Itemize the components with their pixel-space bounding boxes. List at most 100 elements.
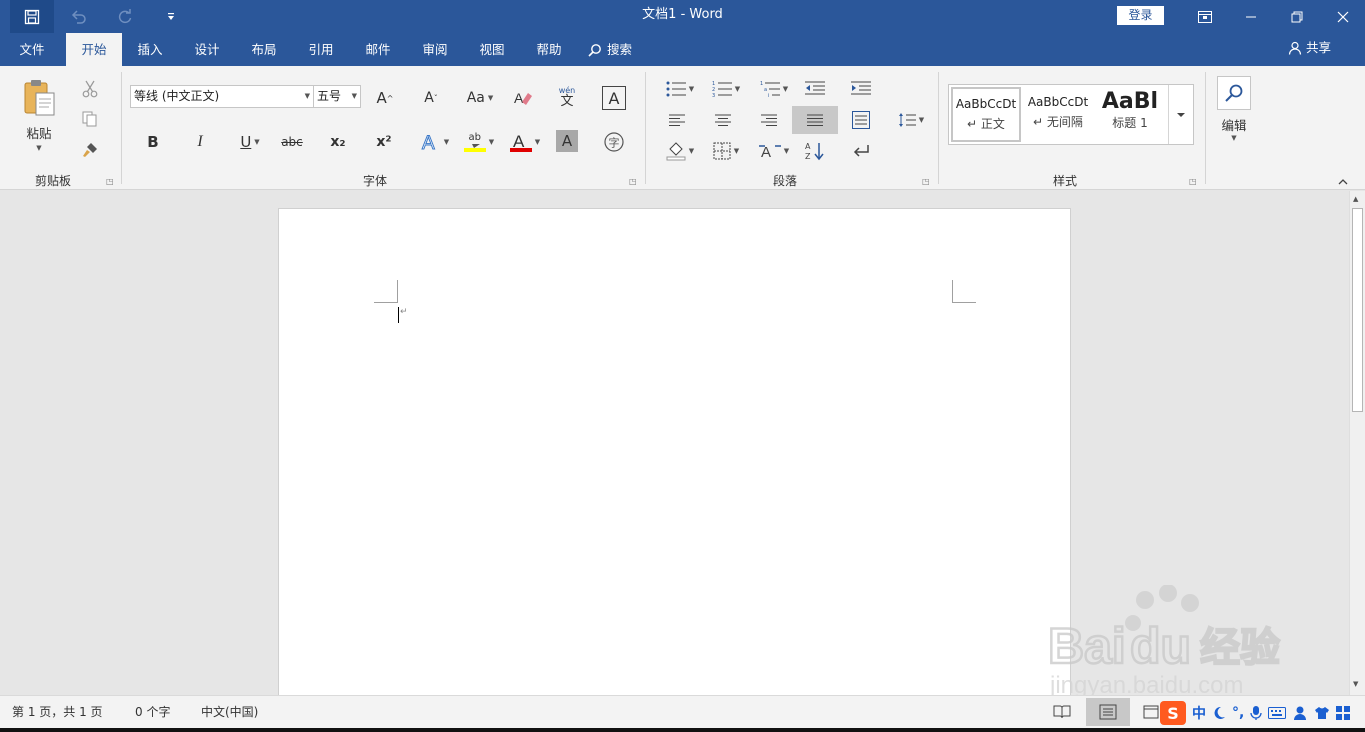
share-label: 共享 [1306, 40, 1332, 55]
text-effects-button[interactable]: A ▼ [418, 128, 452, 156]
print-layout-icon[interactable] [1086, 698, 1130, 726]
tab-review[interactable]: 审阅 [413, 33, 457, 66]
numbering-button[interactable]: 1 2 3 ▼ [708, 78, 744, 100]
character-shading-icon[interactable]: A [556, 130, 578, 152]
language-status[interactable]: 中文(中国) [201, 696, 258, 729]
collapse-ribbon-icon[interactable] [1336, 176, 1350, 188]
character-border-icon[interactable]: A [602, 86, 626, 110]
multilevel-list-button[interactable]: 1 a i ▼ [756, 78, 792, 100]
underline-button[interactable]: U ▼ [232, 130, 268, 154]
vertical-scrollbar[interactable]: ▲ ▼ [1349, 191, 1365, 695]
shading-button[interactable]: ▼ [662, 138, 698, 164]
tab-mailings[interactable]: 邮件 [356, 33, 400, 66]
shrink-font-icon[interactable]: Aˇ [418, 85, 444, 111]
paste-button[interactable]: 粘贴 ▼ [14, 74, 64, 156]
style-heading-1[interactable]: AaBl 标题 1 [1095, 87, 1165, 142]
tab-layout[interactable]: 布局 [242, 33, 286, 66]
align-right-icon[interactable] [756, 108, 782, 132]
distributed-icon[interactable] [848, 108, 874, 132]
user-service-icon[interactable] [1292, 705, 1308, 721]
text-cursor [398, 307, 399, 323]
tab-file[interactable]: 文件 [8, 33, 56, 66]
chevron-down-icon[interactable]: ▼ [305, 86, 310, 107]
italic-button[interactable]: I [188, 130, 212, 154]
styles-launcher-icon[interactable]: ◳ [1189, 177, 1197, 186]
paste-dropdown-icon[interactable]: ▼ [36, 144, 41, 152]
style-no-spacing[interactable]: AaBbCcDt ↵ 无间隔 [1023, 87, 1093, 142]
styles-more-icon[interactable] [1168, 85, 1193, 144]
align-left-icon[interactable] [664, 108, 690, 132]
page-count-status[interactable]: 第 1 页，共 1 页 [12, 696, 103, 729]
align-center-icon[interactable] [710, 108, 736, 132]
cut-icon[interactable] [78, 78, 102, 100]
scrollbar-thumb[interactable] [1352, 208, 1363, 412]
decrease-indent-icon[interactable] [802, 78, 828, 100]
font-size-combo[interactable]: 五号 ▼ [313, 85, 361, 108]
editing-button[interactable]: 编辑 ▼ [1213, 76, 1255, 144]
punctuation-icon[interactable]: °, [1232, 705, 1244, 721]
grid-menu-icon[interactable] [1336, 706, 1351, 720]
tab-help[interactable]: 帮助 [527, 33, 571, 66]
undo-icon[interactable] [58, 0, 100, 33]
sort-icon[interactable]: AZ [802, 138, 828, 164]
minimize-icon[interactable] [1228, 0, 1274, 33]
superscript-button[interactable]: x² [372, 130, 396, 154]
chevron-down-icon: ▼ [734, 85, 741, 93]
document-page[interactable]: ↵ [278, 208, 1071, 708]
text-highlight-button[interactable]: ab ▼ [460, 128, 498, 156]
enclose-characters-icon[interactable]: 字 [602, 130, 626, 154]
show-formatting-marks-icon[interactable] [848, 138, 874, 164]
copy-icon[interactable] [78, 108, 102, 130]
share-button[interactable]: 共享 [1288, 33, 1331, 63]
bold-button[interactable]: B [141, 130, 165, 154]
svg-text:A: A [514, 90, 524, 106]
margin-corner-top-left [374, 280, 398, 303]
tab-design[interactable]: 设计 [185, 33, 229, 66]
strikethrough-button[interactable]: abc [278, 130, 306, 154]
microphone-icon[interactable] [1250, 705, 1262, 721]
save-icon[interactable] [10, 0, 54, 33]
font-name-combo[interactable]: 等线 (中文正文) ▼ [130, 85, 314, 108]
underline-label: U [240, 133, 252, 151]
close-icon[interactable] [1320, 0, 1365, 33]
read-mode-icon[interactable] [1048, 700, 1076, 724]
tab-home[interactable]: 开始 [66, 33, 122, 66]
scroll-up-icon[interactable]: ▲ [1353, 195, 1358, 203]
justify-icon[interactable] [792, 106, 838, 134]
tell-me-search[interactable]: 搜索 [588, 33, 642, 66]
sogou-logo-icon[interactable]: S [1160, 701, 1186, 725]
restore-icon[interactable] [1274, 0, 1320, 33]
change-case-button[interactable]: Aa ▼ [462, 85, 498, 111]
increase-indent-icon[interactable] [848, 78, 874, 100]
phonetic-guide-icon[interactable]: wén 文 [553, 83, 581, 111]
customize-quick-access-icon[interactable] [150, 0, 192, 33]
style-normal[interactable]: AaBbCcDt ↵ 正文 [951, 87, 1021, 142]
clipboard-launcher-icon[interactable]: ◳ [106, 177, 114, 186]
moon-icon[interactable] [1212, 706, 1226, 720]
chevron-down-icon[interactable]: ▼ [352, 86, 357, 107]
format-painter-icon[interactable] [78, 139, 102, 161]
subscript-button[interactable]: x₂ [326, 130, 350, 154]
svg-text:3: 3 [712, 93, 715, 98]
borders-button[interactable]: ▼ [708, 138, 744, 164]
word-count-status[interactable]: 0 个字 [135, 696, 170, 729]
clear-formatting-icon[interactable]: A [510, 85, 536, 111]
grow-font-icon[interactable]: A ^ [372, 85, 398, 111]
web-layout-icon[interactable] [1140, 700, 1162, 724]
redo-icon[interactable] [104, 0, 146, 33]
font-color-button[interactable]: A ▼ [506, 128, 544, 156]
tab-references[interactable]: 引用 [299, 33, 343, 66]
keyboard-icon[interactable] [1268, 707, 1287, 719]
paragraph-launcher-icon[interactable]: ◳ [922, 177, 930, 186]
login-button[interactable]: 登录 [1117, 6, 1164, 25]
skin-shirt-icon[interactable] [1314, 706, 1330, 720]
font-launcher-icon[interactable]: ◳ [629, 177, 637, 186]
ime-mode-label[interactable]: 中 [1192, 703, 1206, 723]
ribbon-display-options-icon[interactable] [1183, 0, 1227, 33]
tab-insert[interactable]: 插入 [128, 33, 172, 66]
line-spacing-button[interactable]: ▼ [894, 108, 928, 132]
bullets-button[interactable]: ▼ [662, 78, 698, 100]
scroll-down-icon[interactable]: ▼ [1353, 680, 1358, 688]
tab-view[interactable]: 视图 [470, 33, 514, 66]
chinese-layout-button[interactable]: A ▼ [756, 138, 792, 164]
